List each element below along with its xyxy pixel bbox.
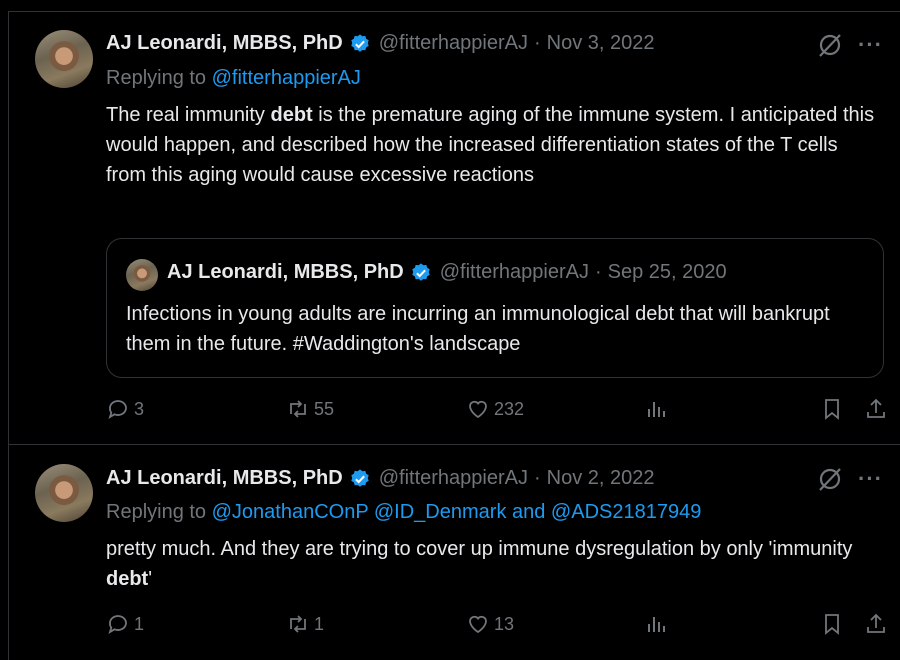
- reply-icon: [108, 615, 127, 634]
- tweet-date[interactable]: Nov 3, 2022: [547, 32, 655, 55]
- repost-button[interactable]: 55: [286, 397, 334, 421]
- replying-label: Replying to: [106, 67, 207, 89]
- bookmark-button[interactable]: [820, 612, 848, 636]
- reply-button[interactable]: 3: [106, 397, 144, 421]
- more-options-icon[interactable]: ···: [858, 466, 883, 492]
- share-icon: [867, 398, 885, 418]
- repost-count: 1: [314, 613, 325, 634]
- repost-button[interactable]: 1: [286, 612, 324, 636]
- like-button[interactable]: 13: [466, 612, 514, 636]
- like-count: 13: [494, 613, 515, 634]
- tweet-text-part: pretty much. And they are trying to cove…: [106, 538, 853, 560]
- like-count: 232: [494, 398, 525, 419]
- tweet-header: AJ Leonardi, MBBS, PhD @fitterhappierAJ …: [106, 32, 655, 55]
- separator-dot: ·: [533, 32, 541, 54]
- replying-label: Replying to: [106, 501, 207, 523]
- separator-dot: ·: [594, 261, 602, 283]
- replying-to: Replying to @fitterhappierAJ: [106, 67, 361, 90]
- verified-badge-icon: [350, 468, 369, 487]
- share-button[interactable]: [864, 612, 892, 636]
- replying-mentions[interactable]: @fitterhappierAJ: [212, 67, 361, 89]
- tweet-text: pretty much. And they are trying to cove…: [106, 534, 876, 594]
- share-icon: [867, 613, 885, 633]
- avatar[interactable]: [35, 464, 93, 522]
- tweet-text-part: ': [148, 568, 153, 590]
- quoted-date: Sep 25, 2020: [607, 261, 727, 283]
- author-name[interactable]: AJ Leonardi, MBBS, PhD: [106, 32, 343, 55]
- action-bar: 3 55 232: [106, 397, 886, 427]
- tweet-date[interactable]: Nov 2, 2022: [547, 467, 655, 490]
- avatar[interactable]: [35, 30, 93, 88]
- quoted-author-name: AJ Leonardi, MBBS, PhD: [167, 261, 404, 283]
- action-bar: 1 1 13: [106, 612, 886, 642]
- quoted-text: Infections in young adults are incurring…: [126, 303, 830, 355]
- views-icon: [648, 617, 665, 632]
- verified-badge-icon: [411, 262, 430, 281]
- author-name[interactable]: AJ Leonardi, MBBS, PhD: [106, 467, 343, 490]
- grok-icon[interactable]: [816, 465, 844, 493]
- reply-count: 1: [134, 613, 145, 634]
- author-handle[interactable]: @fitterhappierAJ: [379, 32, 528, 55]
- bookmark-button[interactable]: [820, 397, 848, 421]
- bookmark-icon: [825, 614, 839, 635]
- highlighted-term: debt: [106, 568, 149, 590]
- views-icon: [648, 402, 665, 417]
- views-button[interactable]: [644, 397, 672, 421]
- heart-icon: [469, 400, 487, 419]
- share-button[interactable]: [864, 397, 892, 421]
- replying-mentions[interactable]: @JonathanCOnP @ID_Denmark and @ADS218179…: [212, 501, 702, 523]
- verified-badge-icon: [350, 33, 369, 52]
- like-button[interactable]: 232: [466, 397, 524, 421]
- grok-icon[interactable]: [816, 31, 844, 59]
- author-handle[interactable]: @fitterhappierAJ: [379, 467, 528, 490]
- views-button[interactable]: [644, 612, 672, 636]
- tweet-header: AJ Leonardi, MBBS, PhD @fitterhappierAJ …: [106, 467, 655, 490]
- reply-button[interactable]: 1: [106, 612, 144, 636]
- quoted-handle: @fitterhappierAJ: [439, 261, 589, 283]
- repost-icon: [290, 400, 306, 418]
- tweet[interactable]: AJ Leonardi, MBBS, PhD @fitterhappierAJ …: [8, 445, 900, 660]
- reply-icon: [108, 400, 127, 419]
- separator-dot: ·: [533, 467, 541, 489]
- quoted-tweet[interactable]: AJ Leonardi, MBBS, PhD @fitterhappierAJ …: [106, 238, 884, 378]
- tweet-text-part: The real immunity: [106, 104, 271, 126]
- quoted-header: AJ Leonardi, MBBS, PhD @fitterhappierAJ …: [167, 261, 727, 284]
- repost-icon: [290, 615, 306, 633]
- replying-to: Replying to @JonathanCOnP @ID_Denmark an…: [106, 501, 701, 524]
- repost-count: 55: [314, 398, 335, 419]
- tweet-text: The real immunity debt is the premature …: [106, 100, 876, 190]
- tweet[interactable]: AJ Leonardi, MBBS, PhD @fitterhappierAJ …: [8, 0, 900, 444]
- heart-icon: [469, 615, 487, 634]
- bookmark-icon: [825, 399, 839, 420]
- reply-count: 3: [134, 398, 145, 419]
- highlighted-term: debt: [270, 104, 313, 126]
- more-options-icon[interactable]: ···: [858, 32, 883, 58]
- quoted-avatar: [126, 259, 158, 291]
